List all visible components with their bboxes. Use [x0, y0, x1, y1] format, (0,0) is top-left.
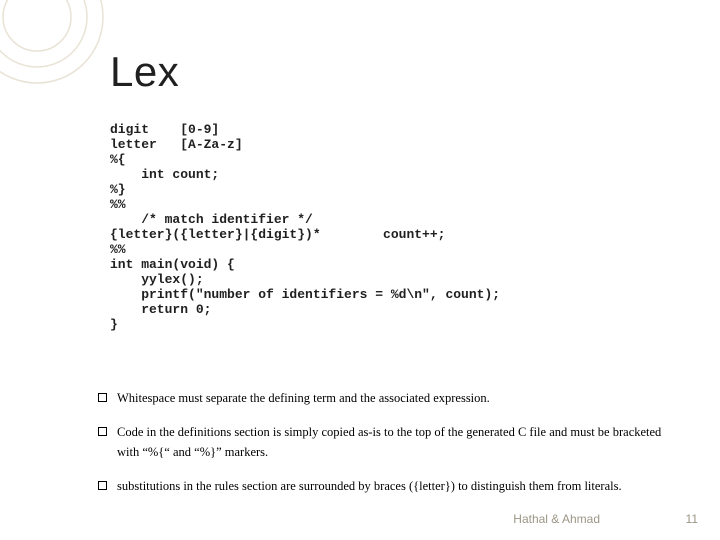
square-bullet-icon [98, 481, 107, 490]
list-item: Code in the definitions section is simpl… [98, 422, 680, 462]
page-number: 11 [686, 512, 698, 526]
list-item: substitutions in the rules section are s… [98, 476, 680, 496]
square-bullet-icon [98, 427, 107, 436]
bullet-text: Whitespace must separate the defining te… [117, 388, 680, 408]
bullet-list: Whitespace must separate the defining te… [98, 388, 680, 510]
slide: Lex digit [0-9] letter [A-Za-z] %{ int c… [0, 0, 720, 540]
square-bullet-icon [98, 393, 107, 402]
bullet-text: Code in the definitions section is simpl… [117, 422, 680, 462]
footer-author: Hathal & Ahmad [513, 512, 600, 526]
bullet-text: substitutions in the rules section are s… [117, 476, 680, 496]
page-title: Lex [110, 48, 179, 96]
list-item: Whitespace must separate the defining te… [98, 388, 680, 408]
code-block: digit [0-9] letter [A-Za-z] %{ int count… [110, 122, 500, 332]
decorative-rings-icon [0, 0, 112, 92]
